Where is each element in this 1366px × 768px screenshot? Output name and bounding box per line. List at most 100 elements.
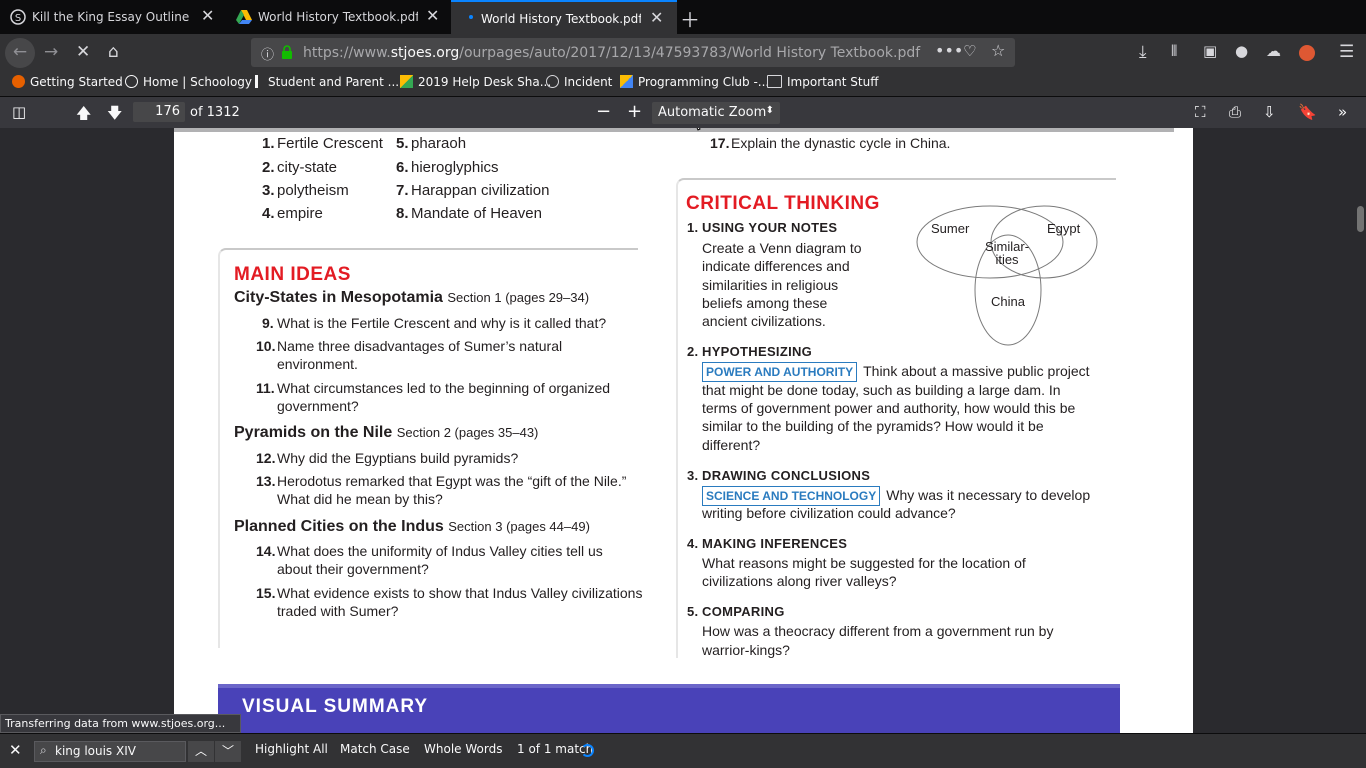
highlight-all-checkbox[interactable]: Highlight All [255,742,328,756]
tab-essay-outline[interactable]: S Kill the King Essay Outline | Sch ✕ [0,0,226,34]
term-number: 1. [262,135,275,152]
tools-icon[interactable]: » [1338,103,1347,121]
zoom-in-icon[interactable]: + [627,101,642,122]
term-number: 5. [396,135,409,152]
close-icon[interactable]: ✕ [426,8,439,24]
account-icon[interactable]: ● [1235,42,1248,60]
section-heading: Planned Cities on the Indus Section 3 (p… [234,518,590,536]
bookmark-schoology[interactable]: Home | Schoology [125,75,252,89]
url-bar[interactable]: ⓘ https://www.stjoes.org/ourpages/auto/2… [251,38,1015,67]
extension-icon[interactable]: ☁ [1266,42,1281,60]
item-heading: MAKING INFERENCES [702,536,848,551]
zoom-out-icon[interactable]: − [596,101,611,122]
close-icon[interactable]: ✕ [650,10,663,26]
item-heading: HYPOTHESIZING [702,344,813,359]
library-icon[interactable]: ⫴ [1171,42,1177,60]
question-text: What evidence exists to show that Indus … [277,585,643,601]
downloads-icon[interactable]: ⤓ [1139,42,1147,62]
previous-page-icon[interactable]: 🡅 [76,103,91,128]
bookmark-label: Getting Started [30,75,123,89]
section-title: Pyramids on the Nile [234,424,393,441]
tab-textbook-pdf[interactable]: World History Textbook.pdf ✕ [451,0,677,34]
tab-textbook-drive[interactable]: World History Textbook.pdf - Fr ✕ [226,0,451,34]
term: Mandate of Heaven [411,205,542,222]
question-number: 9. [262,315,274,331]
venn-label-similarities: ities [995,252,1019,267]
bookmark-student-parent[interactable]: Student and Parent ... [255,75,399,89]
bookmark-help-desk[interactable]: 2019 Help Desk Sha... [400,75,551,89]
bookmark-icon[interactable]: 🔖 [1298,103,1317,121]
loading-progress-bar [174,128,1174,132]
question-text: What does the uniformity of Indus Valley… [277,543,603,559]
term: Fertile Crescent [277,135,383,152]
portal-icon [255,75,263,88]
item-text: ancient civilizations. [702,313,826,329]
mouse-cursor-icon [690,128,701,131]
search-icon: ⌕ [40,743,47,757]
item-text: different? [702,437,761,453]
question-text: government? [277,398,359,414]
item-heading: USING YOUR NOTES [702,220,838,235]
close-icon[interactable]: ✕ [201,8,214,24]
bookmark-programming-club[interactable]: Programming Club -... [620,75,769,89]
item-text: Create a Venn diagram to [702,240,862,256]
bookmark-folder-important[interactable]: Important Stuff [767,75,879,89]
status-panel: Transferring data from www.stjoes.org... [0,714,241,733]
info-icon[interactable]: ⓘ [261,44,274,63]
bookmark-label: Programming Club -... [638,75,770,89]
main-ideas-heading: MAIN IDEAS [234,264,351,285]
item-text: SCIENCE AND TECHNOLOGY Why was it necessa… [702,486,1090,506]
duckduckgo-icon[interactable] [1299,45,1315,61]
new-tab-icon[interactable]: ＋ [680,4,700,33]
sidebar-icon[interactable]: ▣ [1203,42,1217,60]
term-number: 3. [262,182,275,199]
bookmark-incident[interactable]: Incident [546,75,612,89]
back-icon[interactable]: ← [5,38,35,68]
menu-icon[interactable]: ☰ [1339,42,1354,62]
item-number: 1. [687,220,699,235]
item-text: similarities in religious [702,277,839,293]
match-case-checkbox[interactable]: Match Case [340,742,410,756]
item-text: that might be done today, such as buildi… [702,382,1061,398]
critical-thinking-heading: CRITICAL THINKING [686,193,880,214]
item-text: civilizations along river valleys? [702,573,897,589]
print-icon[interactable]: ⎙ [1229,103,1241,121]
zoom-select[interactable]: Automatic Zoom ⬍ [652,102,780,124]
venn-label-sumer: Sumer [931,221,970,236]
venn-label-egypt: Egypt [1047,221,1081,236]
pdf-viewer[interactable]: 1. Fertile Crescent 2. city-state 3. pol… [0,128,1366,733]
close-find-icon[interactable]: ✕ [9,741,22,759]
save-icon[interactable]: ⇩ [1263,103,1276,121]
question-text: What did he mean by this? [277,491,443,507]
item-text-first: Think about a massive public project [863,363,1090,379]
scrollbar-thumb[interactable] [1357,206,1364,232]
term: city-state [277,159,338,176]
question-text: Why did the Egyptians build pyramids? [277,450,519,466]
find-previous-icon[interactable]: ︿ [188,741,214,762]
forward-icon[interactable]: → [44,42,58,62]
sidebar-toggle-icon[interactable]: ◫ [12,103,26,121]
section-heading: City-States in Mesopotamia Section 1 (pa… [234,289,589,307]
term: pharaoh [411,135,467,152]
stop-icon[interactable]: ✕ [76,42,90,62]
pdf-toolbar: ◫ 🡅 🡇 176 of 1312 − + Automatic Zoom ⬍ ⛶ … [0,96,1366,128]
globe-icon [546,75,559,88]
bookmark-getting-started[interactable]: Getting Started [12,75,123,89]
find-input[interactable]: ⌕ king louis XIV [34,741,186,762]
fullscreen-icon[interactable]: ⛶ [1195,103,1206,121]
next-page-icon[interactable]: 🡇 [107,103,122,128]
home-icon[interactable]: ⌂ [108,42,119,62]
term: polytheism [277,182,349,199]
bookmarks-bar: Getting Started Home | Schoology Student… [0,72,1366,96]
question-text: about their government? [277,561,429,577]
bookmark-star-icon[interactable]: ☆ [991,41,1005,60]
bookmark-label: Incident [564,75,613,89]
page-number-input[interactable]: 176 [133,102,185,122]
page-actions-icon[interactable]: ••• [935,41,963,60]
chevron-down-icon: ⬍ [765,105,774,116]
whole-words-checkbox[interactable]: Whole Words [424,742,502,756]
find-next-icon[interactable]: ﹀ [215,741,241,762]
find-bar: ✕ ⌕ king louis XIV ︿ ﹀ Highlight All Mat… [0,733,1366,768]
pocket-icon[interactable]: ♡ [963,42,976,60]
item-number: 2. [687,344,699,359]
